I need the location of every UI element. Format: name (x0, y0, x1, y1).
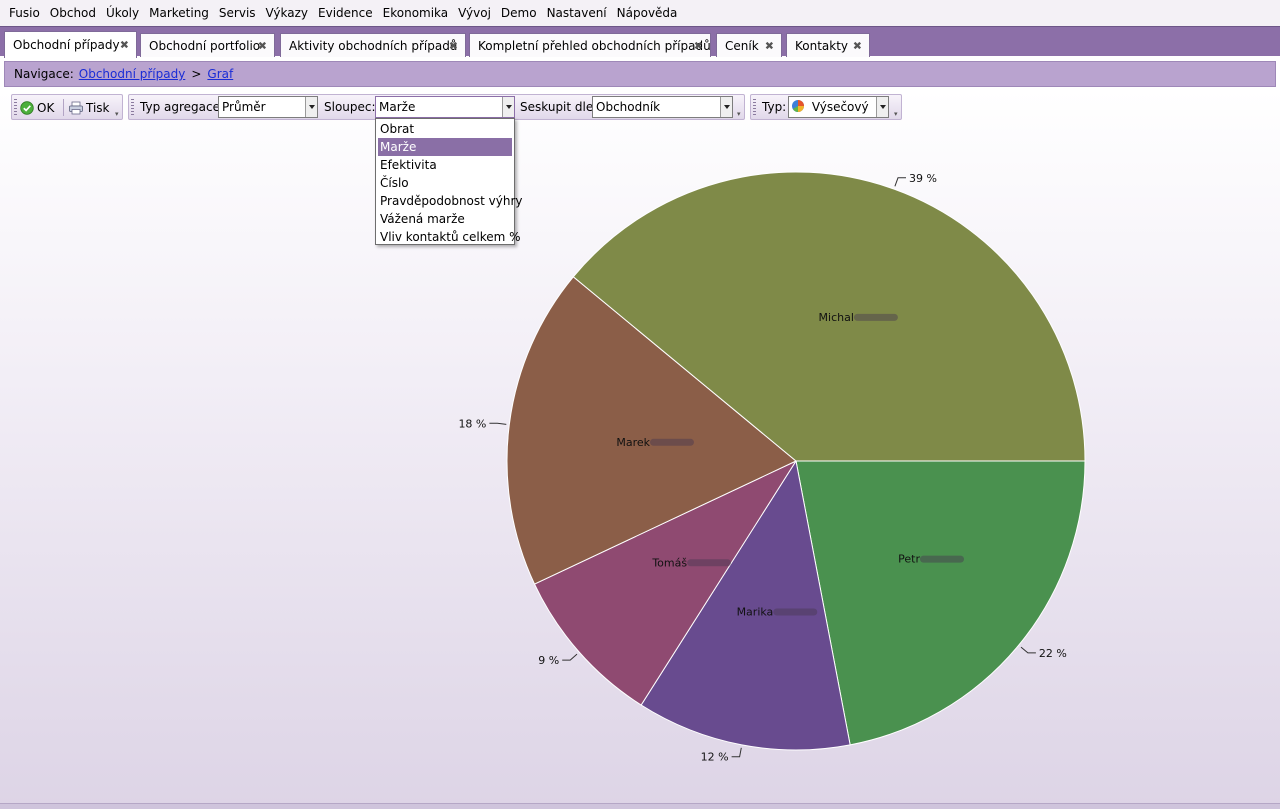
ok-button[interactable]: OK (20, 98, 54, 117)
toolbar-overflow-icon[interactable]: ▾ (894, 111, 900, 118)
dropdown-option[interactable]: Pravděpodobnost výhry (376, 192, 523, 210)
menu-item[interactable]: Výkazy (261, 0, 313, 26)
type-label: Typ: (762, 100, 787, 114)
aggregation-select[interactable]: Průměr (218, 96, 318, 118)
group-label: Seskupit dle: (520, 100, 598, 114)
slice-name-label: Marek (616, 436, 650, 449)
column-dropdown-list: Obrat Marže Efektivita Číslo Pravděpodobnost… (375, 118, 523, 246)
menu-item[interactable]: Demo (496, 0, 542, 26)
slice-percent-label: 39 % (909, 172, 937, 185)
tab-label: Kompletní přehled obchodních případů (478, 38, 711, 53)
toolbar-grip[interactable] (131, 99, 134, 116)
toolbar-grip[interactable] (753, 99, 756, 116)
menu-item[interactable]: Nastavení (542, 0, 612, 26)
breadcrumb-link-cases[interactable]: Obchodní případy (79, 67, 186, 81)
slice-leader-line (1020, 646, 1036, 654)
tab[interactable]: Kompletní přehled obchodních případů ✖ (469, 33, 711, 57)
close-icon[interactable]: ✖ (449, 39, 458, 52)
slice-leader-line (489, 422, 507, 425)
toolbar-separator (63, 99, 64, 116)
chevron-down-icon[interactable] (876, 97, 888, 117)
tab[interactable]: Obchodní portfolio ✖ (140, 33, 275, 57)
slice-name-label: Petr (898, 553, 920, 566)
menu-item[interactable]: Nápověda (612, 0, 683, 26)
breadcrumb-separator: > (191, 67, 202, 81)
dropdown-option[interactable]: Marže (378, 138, 512, 156)
menu-item[interactable]: Evidence (313, 0, 378, 26)
slice-percent-label: 22 % (1039, 647, 1067, 660)
chevron-down-icon[interactable] (502, 97, 514, 117)
tab-label: Kontakty (795, 38, 849, 53)
slice-name-label: Michal (819, 311, 854, 324)
column-label: Sloupec: (324, 100, 376, 114)
tab-bar: Obchodní případy ✖ Obchodní portfolio ✖ Akti… (0, 26, 1280, 58)
pie-chart-icon (791, 99, 805, 113)
close-icon[interactable]: ✖ (694, 39, 703, 52)
ok-label: OK (37, 100, 55, 115)
group-value: Obchodník (596, 100, 661, 114)
dropdown-option[interactable]: Efektivita (376, 156, 514, 174)
slice-percent-label: 9 % (538, 654, 559, 667)
menu-item[interactable]: Servis (214, 0, 261, 26)
tab-label: Obchodní případy (13, 38, 120, 52)
chevron-down-icon[interactable] (720, 97, 732, 117)
dropdown-option[interactable]: Vážená marže (376, 210, 514, 228)
close-icon[interactable]: ✖ (853, 39, 862, 52)
aggregation-label: Typ agregace: (140, 100, 225, 114)
menu-item[interactable]: Vývoj (453, 0, 496, 26)
redacted-name-blur (773, 608, 818, 616)
chart-type-select[interactable]: Výsečový (788, 96, 889, 118)
toolbar-grip[interactable] (14, 99, 17, 116)
print-label: Tisk (86, 100, 110, 115)
chart-type-value: Výsečový (811, 100, 869, 114)
status-bar (0, 803, 1280, 809)
chevron-down-icon[interactable] (305, 97, 317, 117)
tab[interactable]: Aktivity obchodních případů ✖ (280, 33, 466, 57)
check-circle-icon (20, 100, 34, 115)
close-icon[interactable]: ✖ (258, 39, 267, 52)
slice-percent-label: 12 % (701, 751, 729, 764)
breadcrumb: Navigace: Obchodní případy > Graf (4, 61, 1276, 87)
redacted-name-blur (687, 559, 732, 567)
tab-label: Aktivity obchodních případů (289, 38, 458, 53)
toolbar-actions: OK Tisk ▾ (11, 94, 123, 120)
tab-label: Ceník (725, 38, 759, 53)
menu-bar: Fusio Obchod Úkoly Marketing Servis Výkazy Evi… (0, 0, 1280, 26)
slice-leader-line (562, 653, 578, 661)
dropdown-option[interactable]: Obrat (376, 120, 514, 138)
slice-leader-line (731, 747, 742, 758)
slice-percent-label: 18 % (458, 417, 486, 430)
pie-chart: Petr 22 % Marika 12 % Tomáš 9 % Marek 18 % Micha… (458, 171, 1086, 764)
menu-item[interactable]: Úkoly (101, 0, 144, 26)
slice-name-label: Tomáš (651, 556, 687, 569)
slice-name-label: Marika (737, 606, 774, 619)
menu-item[interactable]: Obchod (45, 0, 101, 26)
tab[interactable]: Ceník ✖ (716, 33, 782, 57)
tab[interactable]: Obchodní případy ✖ (4, 31, 137, 58)
breadcrumb-label: Navigace: (14, 67, 74, 81)
toolbar-overflow-icon[interactable]: ▾ (115, 111, 121, 118)
column-select[interactable]: Marže (375, 96, 515, 118)
slice-leader-line (894, 177, 906, 187)
menu-item[interactable]: Marketing (144, 0, 214, 26)
printer-icon (68, 101, 84, 115)
close-icon[interactable]: ✖ (765, 39, 774, 52)
menu-item[interactable]: Fusio (4, 0, 45, 26)
print-button[interactable]: Tisk (68, 98, 110, 117)
aggregation-value: Průměr (222, 100, 266, 114)
redacted-name-blur (920, 555, 964, 563)
close-icon[interactable]: ✖ (120, 39, 129, 52)
redacted-name-blur (853, 313, 898, 321)
breadcrumb-link-graph[interactable]: Graf (207, 67, 233, 81)
group-select[interactable]: Obchodník (592, 96, 733, 118)
dropdown-option[interactable]: Vliv kontaktů celkem % (376, 228, 521, 246)
toolbar-overflow-icon[interactable]: ▾ (737, 111, 743, 118)
tab[interactable]: Kontakty ✖ (786, 33, 870, 57)
column-value: Marže (379, 100, 416, 114)
tab-label: Obchodní portfolio (149, 38, 261, 53)
dropdown-option[interactable]: Číslo (376, 174, 514, 192)
menu-item[interactable]: Ekonomika (378, 0, 454, 26)
redacted-name-blur (650, 438, 694, 446)
